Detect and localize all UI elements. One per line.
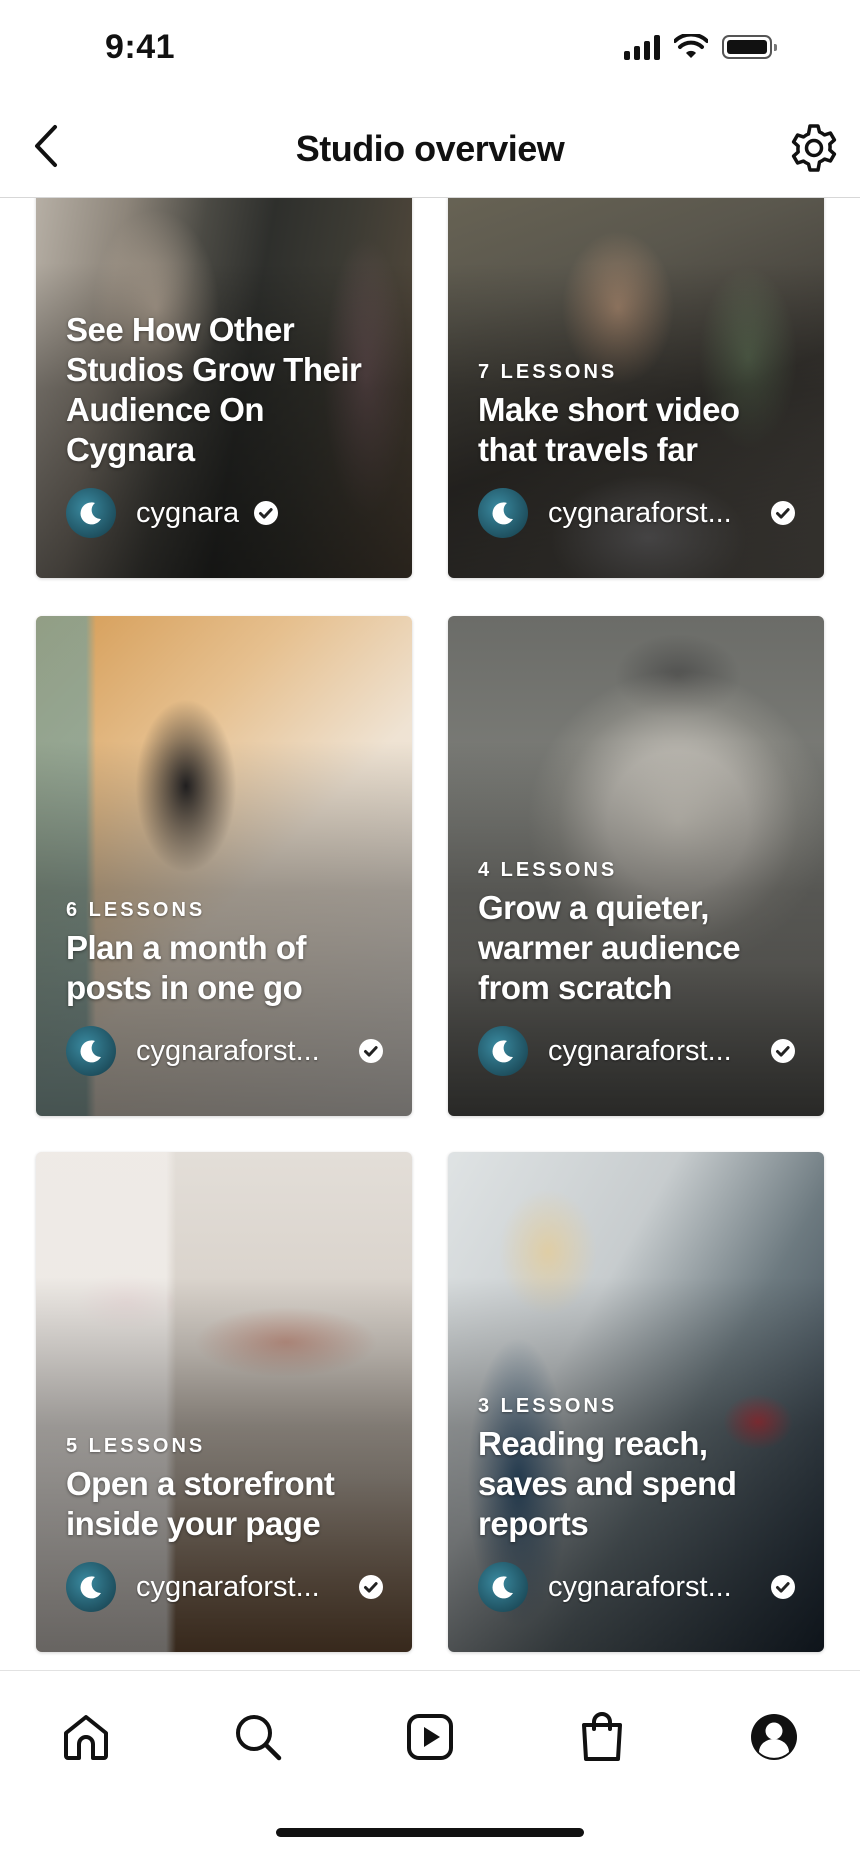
lesson-count: 7 LESSONS [478, 361, 618, 383]
verified-badge-icon [359, 1575, 383, 1599]
page-title: Studio overview [295, 128, 565, 169]
author-row: cygnaraforst... [478, 1026, 800, 1076]
avatar [66, 488, 116, 538]
settings-button[interactable] [786, 120, 842, 176]
avatar [66, 1026, 116, 1076]
author-row: cygnara [66, 488, 388, 538]
gear-icon [791, 124, 837, 172]
course-card[interactable]: 3 LESSONS Reading reach, saves and spend… [448, 1152, 824, 1652]
author-name: cygnaraforst... [136, 1034, 320, 1067]
profile-icon [751, 1714, 797, 1760]
home-icon [64, 1715, 108, 1760]
lesson-count: 3 LESSONS [478, 1395, 618, 1417]
status-time: 9:41 [105, 28, 176, 66]
search-icon [236, 1715, 282, 1761]
course-title: Make short video that travels far [478, 391, 740, 468]
tab-reels[interactable] [400, 1707, 460, 1767]
status-icons [624, 34, 777, 60]
course-title: Open a storefront inside your page [66, 1465, 335, 1542]
home-indicator [276, 1828, 584, 1837]
course-title: Grow a quieter, warmer audience from scr… [478, 889, 741, 1006]
avatar [66, 1562, 116, 1612]
wifi-icon [674, 34, 708, 58]
verified-badge-icon [254, 501, 279, 525]
course-title: Reading reach, saves and spend reports [478, 1425, 737, 1542]
moon-icon [492, 1040, 513, 1063]
status-bar: 9:41 [0, 0, 860, 100]
author-row: cygnaraforst... [66, 1026, 388, 1076]
nav-header: Studio overview [0, 100, 860, 198]
avatar [478, 488, 528, 538]
shopping-bag-icon [582, 1712, 622, 1761]
moon-icon [80, 1576, 101, 1599]
author-name: cygnara [136, 496, 240, 529]
author-name: cygnaraforst... [548, 496, 732, 529]
verified-badge-icon [771, 1575, 795, 1599]
course-card[interactable]: 7 LESSONS Make short video that travels … [448, 198, 824, 578]
tab-profile[interactable] [744, 1707, 804, 1767]
author-row: cygnaraforst... [478, 1562, 800, 1612]
verified-badge-icon [771, 501, 795, 525]
author-name: cygnaraforst... [136, 1570, 320, 1603]
author-row: cygnaraforst... [478, 488, 800, 538]
course-title: Plan a month of posts in one go [66, 929, 307, 1006]
tab-search[interactable] [228, 1707, 288, 1767]
course-card[interactable]: 5 LESSONS Open a storefront inside your … [36, 1152, 412, 1652]
course-title: See How Other Studios Grow Their Audienc… [66, 311, 362, 468]
avatar [478, 1026, 528, 1076]
tab-home[interactable] [56, 1707, 116, 1767]
course-card[interactable]: 6 LESSONS Plan a month of posts in one g… [36, 616, 412, 1116]
course-grid: See How Other Studios Grow Their Audienc… [0, 198, 860, 1670]
moon-icon [492, 502, 513, 525]
lesson-count: 4 LESSONS [478, 859, 618, 881]
tab-shop[interactable] [572, 1707, 632, 1767]
moon-icon [80, 502, 101, 525]
author-name: cygnaraforst... [548, 1034, 732, 1067]
battery-icon [722, 35, 777, 59]
course-card[interactable]: See How Other Studios Grow Their Audienc… [36, 198, 412, 578]
lesson-count: 6 LESSONS [66, 899, 206, 921]
avatar [478, 1562, 528, 1612]
author-row: cygnaraforst... [66, 1562, 388, 1612]
moon-icon [80, 1040, 101, 1063]
moon-icon [492, 1576, 513, 1599]
course-card[interactable]: 4 LESSONS Grow a quieter, warmer audienc… [448, 616, 824, 1116]
author-name: cygnaraforst... [548, 1570, 732, 1603]
verified-badge-icon [771, 1039, 795, 1063]
lesson-count: 5 LESSONS [66, 1435, 206, 1457]
reels-play-icon [407, 1714, 453, 1760]
cellular-signal-icon [624, 34, 660, 60]
verified-badge-icon [359, 1039, 383, 1063]
